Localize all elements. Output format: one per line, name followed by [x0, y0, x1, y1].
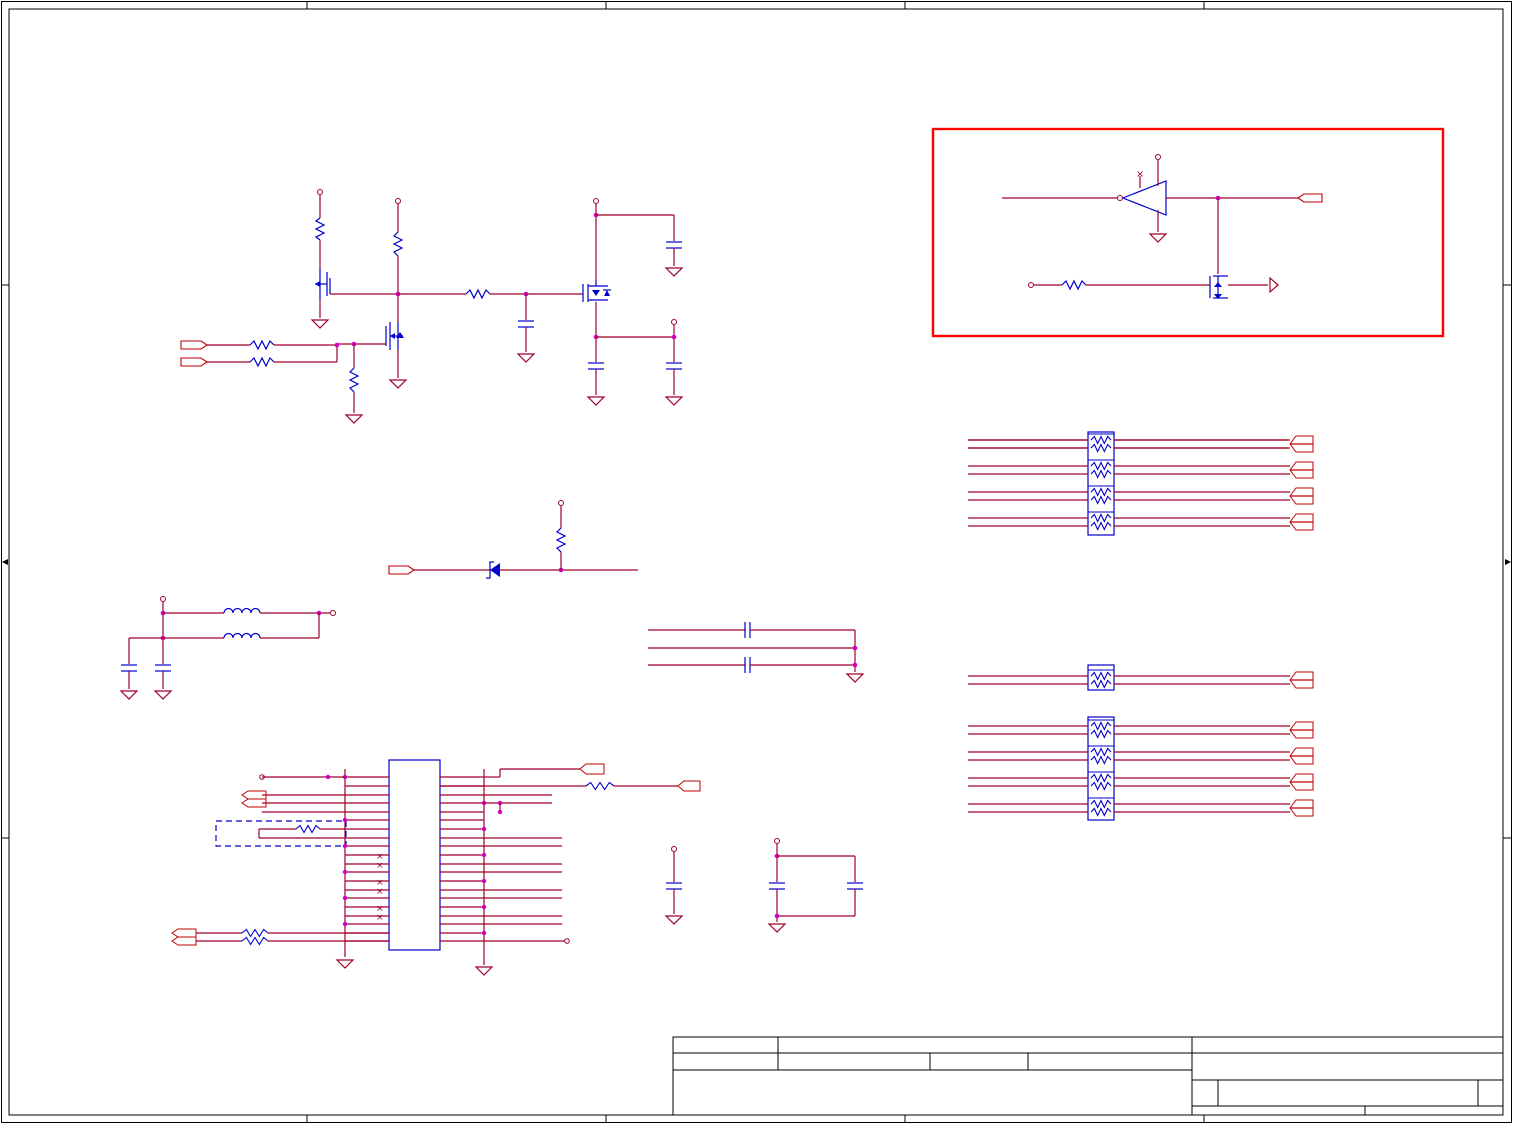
resistor-element [585, 781, 615, 791]
ground-symbol [310, 319, 330, 329]
junction-dot [481, 878, 487, 884]
resistor-element [1090, 729, 1112, 739]
ground-arrow [1269, 276, 1279, 294]
junction-dot [481, 852, 487, 858]
resistor-array-group-2 [1087, 664, 1115, 821]
highlight-box-buffer: × [931, 127, 1445, 338]
resistor-element [1090, 435, 1112, 445]
zener-diode [490, 563, 500, 577]
ic-body [388, 759, 441, 951]
diode-circuit [388, 500, 638, 579]
schematic-sheet: × ×××××× [1, 1, 1512, 1123]
no-connect-mark: × [376, 887, 384, 897]
port-ic-out-2 [677, 780, 701, 792]
resistor-r3 [465, 288, 491, 300]
dashed-option-box [215, 820, 347, 847]
resistor-element [1090, 721, 1112, 731]
resistor-element [1090, 781, 1112, 791]
resistor-element [1090, 755, 1112, 765]
resistor-element [1090, 461, 1112, 471]
resistor-element [1090, 521, 1112, 531]
sheet-frame [1, 1, 1512, 1123]
resistor-element [241, 928, 269, 938]
junction-dot [342, 817, 348, 823]
port-ic-out-1 [579, 763, 605, 775]
junction-dot [481, 930, 487, 936]
power-terminal [564, 938, 570, 944]
resistor-element [241, 936, 269, 946]
inductor-l2 [223, 632, 261, 639]
resistor-element [1090, 807, 1112, 817]
port-diode-in [388, 565, 415, 575]
resistor-element [1090, 773, 1112, 783]
resistor-element [1090, 443, 1112, 453]
junction-dot [325, 774, 331, 780]
resistor-element [1090, 679, 1112, 689]
resistor-element [1090, 671, 1112, 681]
junction-dot [481, 826, 487, 832]
svg-text:×: × [1136, 169, 1144, 180]
junction-dot [497, 809, 503, 815]
resistor-element [1090, 747, 1112, 757]
no-connect-mark: × [376, 861, 384, 871]
resistor-element [1090, 513, 1112, 523]
port-diff-top [171, 928, 197, 938]
inductor-filter [119, 596, 336, 700]
power-switch-circuit [180, 189, 684, 424]
no-connect-mark: × [376, 913, 384, 923]
resistor-element [1090, 487, 1112, 497]
title-block [672, 1036, 1504, 1116]
generated-elements: ×××××× [171, 433, 1314, 946]
port-diff-bottom [171, 936, 197, 946]
port-in-1 [180, 340, 208, 350]
junction-dot [342, 895, 348, 901]
resistor-element [295, 824, 321, 834]
coupling-caps [648, 622, 865, 683]
port-in-2 [180, 357, 208, 367]
resistor-element [1090, 469, 1112, 479]
buffer-gate [1121, 180, 1167, 216]
junction-dot [342, 921, 348, 927]
port-out-buffer [1297, 193, 1323, 203]
resistor-r1 [314, 217, 326, 241]
junction-dot [481, 904, 487, 910]
resistor-r2 [392, 231, 404, 257]
bottom-caps [664, 838, 863, 933]
resistor-element [1090, 495, 1112, 505]
resistor-element [1090, 799, 1112, 809]
inductor-l1 [223, 607, 261, 614]
junction-dot [342, 869, 348, 875]
ic-connector [335, 759, 494, 976]
junction-dot [342, 843, 348, 849]
